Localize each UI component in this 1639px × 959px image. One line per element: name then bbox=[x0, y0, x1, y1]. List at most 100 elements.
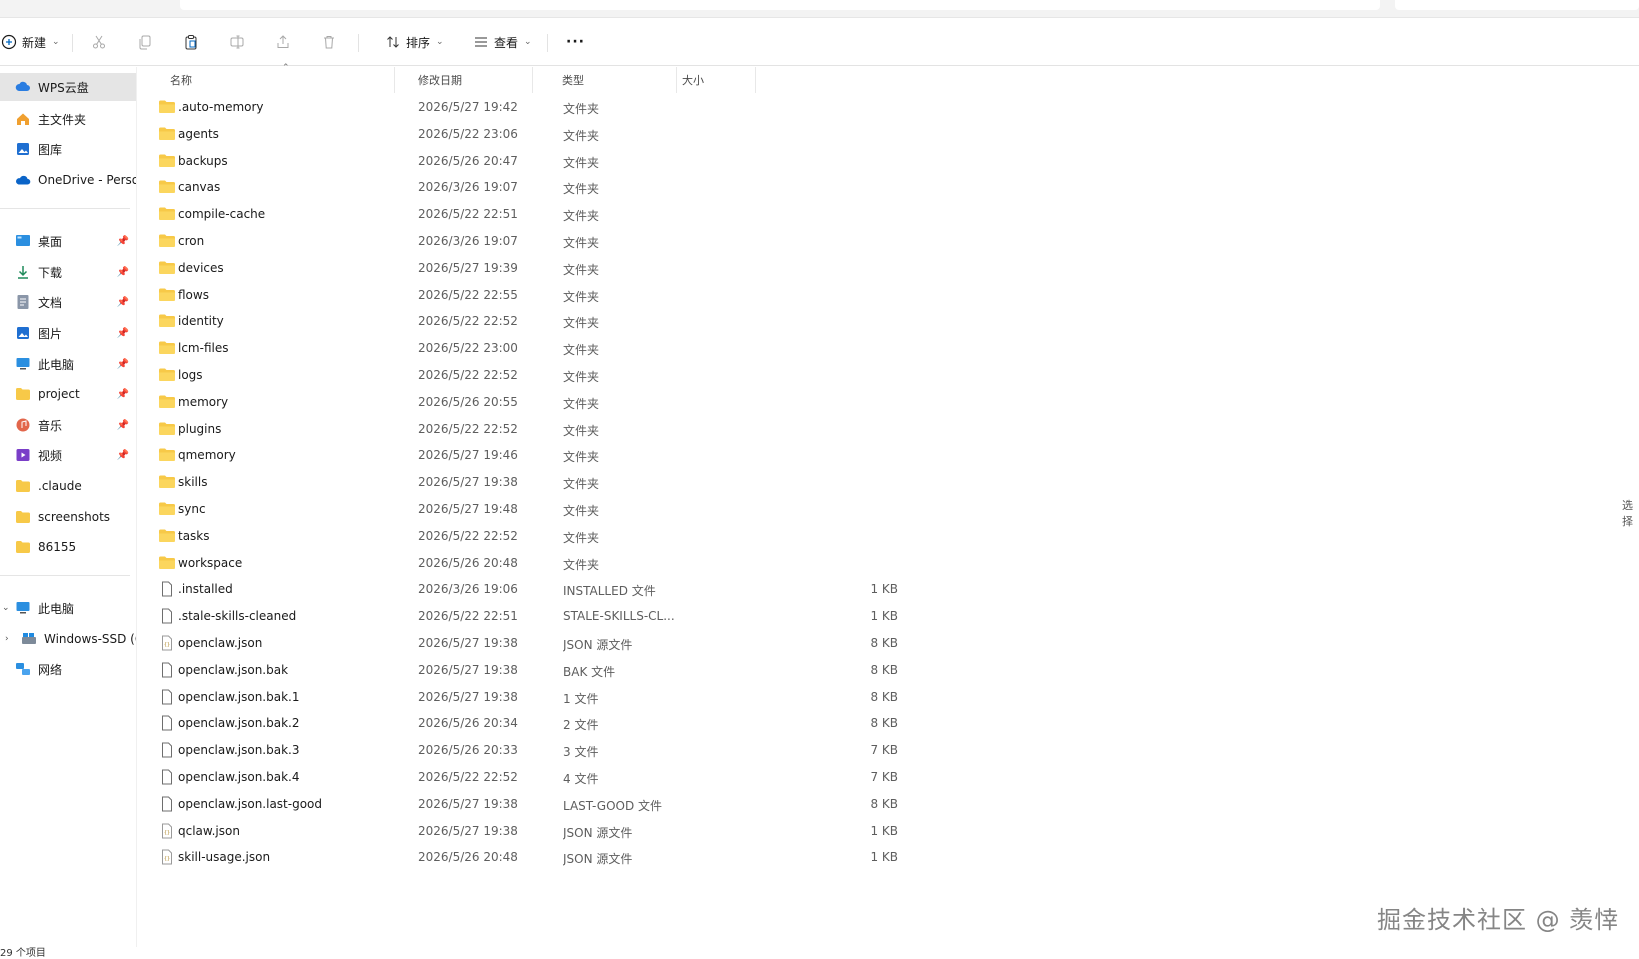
folder-row[interactable]: lcm-files 2026/5/22 23:00 文件夹 bbox=[148, 335, 908, 363]
search-box[interactable] bbox=[1395, 0, 1639, 10]
pin-icon[interactable]: 📌 bbox=[117, 420, 129, 431]
chevron-right-icon[interactable]: › bbox=[5, 634, 9, 644]
file-name: openclaw.json.bak bbox=[178, 662, 289, 677]
column-header-type[interactable]: 类型 bbox=[562, 67, 584, 93]
file-type: JSON 源文件 bbox=[563, 825, 633, 840]
file-type: STALE-SKILLS-CL... bbox=[563, 609, 675, 624]
trash-icon bbox=[320, 33, 338, 51]
new-button[interactable]: 新建 ⌄ bbox=[0, 28, 60, 56]
copy-button[interactable] bbox=[136, 28, 154, 56]
file-icon bbox=[158, 742, 176, 758]
file-row[interactable]: .stale-skills-cleaned 2026/5/22 22:51 STAL… bbox=[148, 603, 908, 631]
address-bar[interactable] bbox=[180, 0, 1380, 10]
sort-button[interactable]: 排序 ⌄ bbox=[384, 28, 444, 56]
view-list-icon bbox=[472, 33, 490, 51]
file-row[interactable]: openclaw.json.bak.4 2026/5/22 22:52 4 文件 7 … bbox=[148, 764, 908, 792]
pin-icon[interactable]: 📌 bbox=[117, 328, 129, 339]
nav-item-windows-ssd[interactable]: › Windows-SSD (C bbox=[0, 625, 136, 653]
file-name: skills bbox=[178, 475, 208, 490]
file-row[interactable]: {} skill-usage.json 2026/5/26 20:48 JSON 源文… bbox=[148, 844, 908, 872]
pin-icon[interactable]: 📌 bbox=[117, 236, 129, 247]
cut-button[interactable] bbox=[90, 28, 108, 56]
item-count: 29 个项目 bbox=[0, 948, 46, 959]
column-header-name[interactable]: 名称 bbox=[170, 67, 192, 93]
file-row[interactable]: .installed 2026/3/26 19:06 INSTALLED 文件 1 K… bbox=[148, 576, 908, 604]
column-separator[interactable] bbox=[676, 67, 677, 93]
file-row[interactable]: {} qclaw.json 2026/5/27 19:38 JSON 源文件 1 KB bbox=[148, 818, 908, 846]
folder-icon bbox=[158, 474, 176, 490]
folder-row[interactable]: .auto-memory 2026/5/27 19:42 文件夹 bbox=[148, 94, 908, 122]
folder-row[interactable]: workspace 2026/5/26 20:48 文件夹 bbox=[148, 550, 908, 578]
file-name: identity bbox=[178, 314, 224, 329]
folder-row[interactable]: identity 2026/5/22 22:52 文件夹 bbox=[148, 308, 908, 336]
nav-item-onedrive[interactable]: OneDrive - Perso bbox=[0, 166, 136, 194]
file-icon bbox=[158, 715, 176, 731]
nav-item-this-pc[interactable]: ⌄ 此电脑 bbox=[0, 594, 136, 622]
file-row[interactable]: openclaw.json.last-good 2026/5/27 19:38 LA… bbox=[148, 791, 908, 819]
folder-row[interactable]: skills 2026/5/27 19:38 文件夹 bbox=[148, 469, 908, 497]
delete-button[interactable] bbox=[320, 28, 338, 56]
share-button[interactable] bbox=[274, 28, 292, 56]
paste-button[interactable] bbox=[182, 28, 200, 56]
nav-item-desktop[interactable]: 桌面 📌 bbox=[0, 227, 136, 255]
view-button[interactable]: 查看 ⌄ bbox=[472, 28, 532, 56]
folder-icon bbox=[158, 126, 176, 142]
nav-item-wps-cloud[interactable]: WPS云盘 bbox=[0, 73, 136, 101]
folder-row[interactable]: tasks 2026/5/22 22:52 文件夹 bbox=[148, 523, 908, 551]
nav-item-pictures[interactable]: 图片 📌 bbox=[0, 319, 136, 347]
nav-item-downloads[interactable]: 下载 📌 bbox=[0, 258, 136, 286]
folder-row[interactable]: flows 2026/5/22 22:55 文件夹 bbox=[148, 282, 908, 310]
folder-row[interactable]: canvas 2026/3/26 19:07 文件夹 bbox=[148, 174, 908, 202]
file-name: skill-usage.json bbox=[178, 850, 271, 865]
nav-item-home[interactable]: 主文件夹 bbox=[0, 105, 136, 133]
folder-row[interactable]: agents 2026/5/22 23:06 文件夹 bbox=[148, 121, 908, 149]
nav-item-project[interactable]: project 📌 bbox=[0, 380, 136, 408]
chevron-down-icon[interactable]: ⌄ bbox=[2, 603, 10, 613]
column-header-size[interactable]: 大小 bbox=[682, 67, 704, 93]
music-icon bbox=[14, 417, 32, 433]
pin-icon[interactable]: 📌 bbox=[117, 267, 129, 278]
folder-row[interactable]: cron 2026/3/26 19:07 文件夹 bbox=[148, 228, 908, 256]
file-name: .auto-memory bbox=[178, 100, 264, 114]
more-options-button[interactable]: ··· bbox=[566, 28, 585, 56]
file-size: 8 KB bbox=[870, 662, 898, 677]
file-row[interactable]: openclaw.json.bak 2026/5/27 19:38 BAK 文件 8 … bbox=[148, 657, 908, 685]
nav-item-claude[interactable]: .claude bbox=[0, 472, 136, 500]
file-name: backups bbox=[178, 153, 228, 168]
file-row[interactable]: openclaw.json.bak.2 2026/5/26 20:34 2 文件 8 … bbox=[148, 710, 908, 738]
file-row[interactable]: openclaw.json.bak.1 2026/5/27 19:38 1 文件 8 … bbox=[148, 684, 908, 712]
nav-item-documents[interactable]: 文档 📌 bbox=[0, 288, 136, 316]
sort-icon bbox=[384, 33, 402, 51]
file-date: 2026/5/22 23:00 bbox=[418, 341, 518, 356]
column-separator[interactable] bbox=[394, 67, 395, 93]
download-icon bbox=[14, 264, 32, 280]
nav-item-gallery[interactable]: 图库 bbox=[0, 135, 136, 163]
nav-label: 网络 bbox=[38, 662, 63, 677]
folder-row[interactable]: backups 2026/5/26 20:47 文件夹 bbox=[148, 148, 908, 176]
pin-icon[interactable]: 📌 bbox=[117, 389, 129, 400]
nav-item-network[interactable]: 网络 bbox=[0, 655, 136, 683]
folder-row[interactable]: devices 2026/5/27 19:39 文件夹 bbox=[148, 255, 908, 283]
folder-row[interactable]: qmemory 2026/5/27 19:46 文件夹 bbox=[148, 442, 908, 470]
nav-item-this-pc-pinned[interactable]: 此电脑 📌 bbox=[0, 350, 136, 378]
folder-row[interactable]: logs 2026/5/22 22:52 文件夹 bbox=[148, 362, 908, 390]
file-row[interactable]: openclaw.json.bak.3 2026/5/26 20:33 3 文件 7 … bbox=[148, 737, 908, 765]
column-header-date[interactable]: 修改日期 bbox=[418, 67, 462, 93]
pin-icon[interactable]: 📌 bbox=[117, 359, 129, 370]
file-type: 文件夹 bbox=[563, 236, 600, 250]
folder-row[interactable]: compile-cache 2026/5/22 22:51 文件夹 bbox=[148, 201, 908, 229]
nav-item-screenshots[interactable]: screenshots bbox=[0, 503, 136, 531]
nav-item-videos[interactable]: 视频 📌 bbox=[0, 441, 136, 469]
column-separator[interactable] bbox=[755, 67, 756, 93]
pin-icon[interactable]: 📌 bbox=[117, 297, 129, 308]
folder-row[interactable]: plugins 2026/5/22 22:52 文件夹 bbox=[148, 416, 908, 444]
column-separator[interactable] bbox=[532, 67, 533, 93]
file-row[interactable]: {} openclaw.json 2026/5/27 19:38 JSON 源文件 8 … bbox=[148, 630, 908, 658]
file-name: openclaw.json.bak.3 bbox=[178, 743, 300, 758]
folder-row[interactable]: sync 2026/5/27 19:48 文件夹 bbox=[148, 496, 908, 524]
pin-icon[interactable]: 📌 bbox=[117, 450, 129, 461]
nav-item-86155[interactable]: 86155 bbox=[0, 533, 136, 561]
nav-item-music[interactable]: 音乐 📌 bbox=[0, 411, 136, 439]
folder-row[interactable]: memory 2026/5/26 20:55 文件夹 bbox=[148, 389, 908, 417]
rename-button[interactable] bbox=[228, 28, 246, 56]
